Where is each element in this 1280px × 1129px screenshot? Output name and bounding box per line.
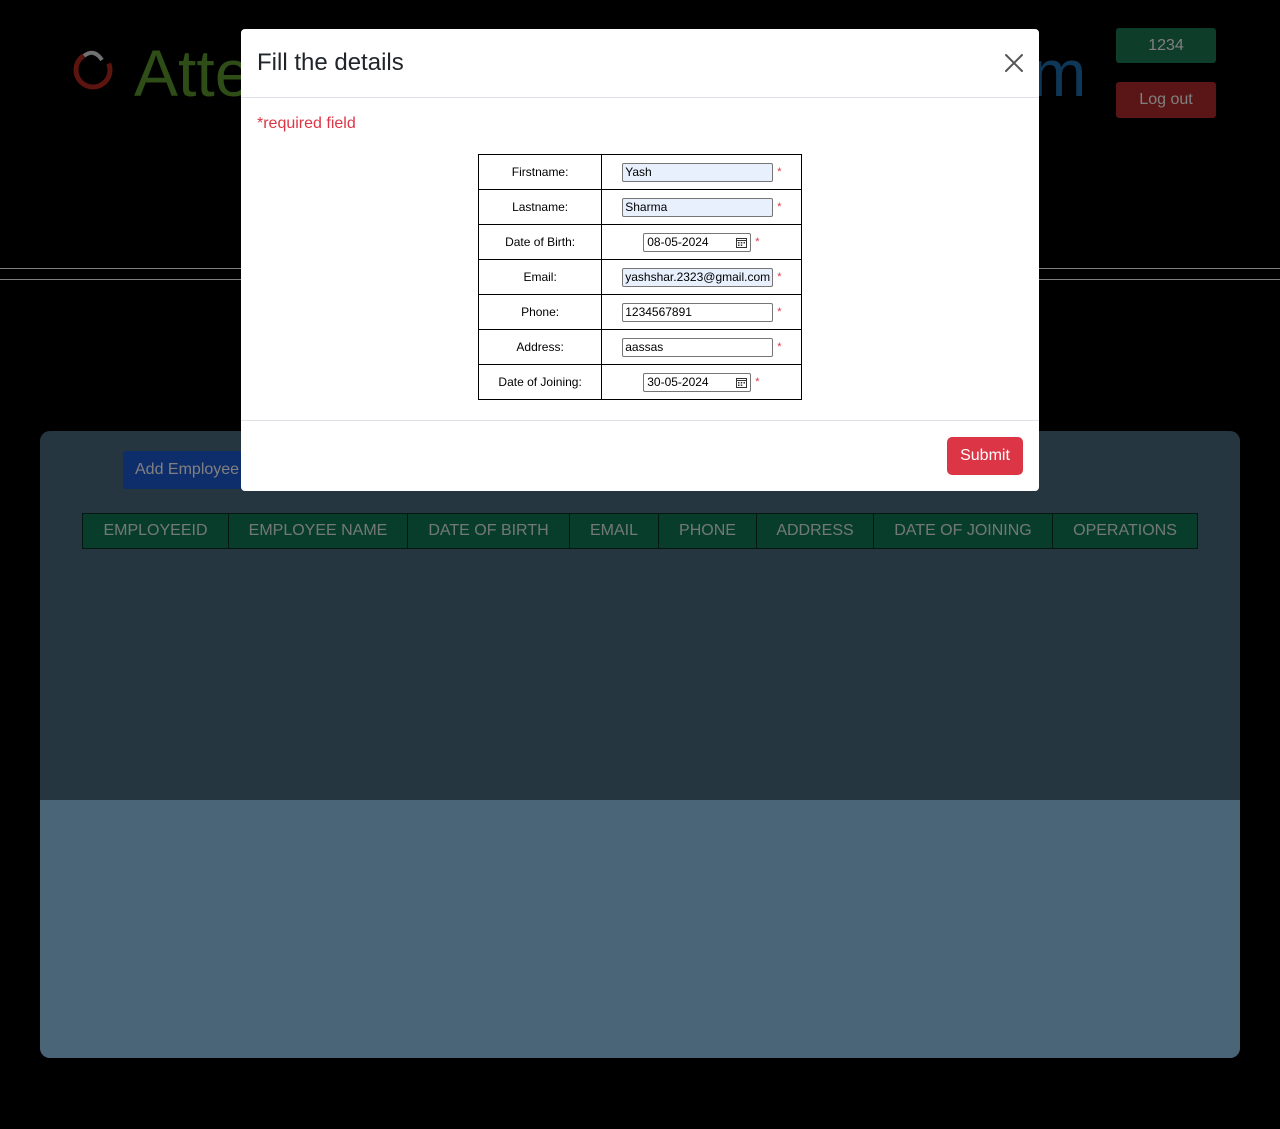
form-row-address: Address: * [477,329,802,365]
calendar-icon[interactable] [736,237,748,248]
dob-date-input[interactable]: 08-05-2024 [643,232,752,252]
form-row-phone: Phone: * [477,294,802,330]
address-label: Address: [477,329,603,365]
required-marker: * [777,166,782,178]
form-row-lastname: Lastname: * [477,189,802,225]
required-field-note: *required field [257,115,356,132]
phone-input[interactable] [622,302,774,322]
modal-footer: Submit [241,420,1039,491]
required-marker: * [755,236,760,248]
firstname-label: Firstname: [477,154,603,190]
email-input[interactable] [622,267,774,287]
doj-value: 30-05-2024 [647,375,709,389]
employee-details-modal: Fill the details *required field Firstna… [241,29,1039,491]
dob-value: 08-05-2024 [647,235,709,249]
form-row-doj: Date of Joining: 30-05-2024 * [477,364,802,400]
form-row-dob: Date of Birth: 08-05-2024 * [477,224,802,260]
dob-label: Date of Birth: [477,224,603,260]
modal-title: Fill the details [257,49,404,76]
close-icon[interactable] [1003,52,1025,74]
required-marker: * [777,201,782,213]
required-marker: * [777,306,782,318]
calendar-icon[interactable] [736,377,748,388]
required-marker: * [755,376,760,388]
lastname-input[interactable] [622,197,774,217]
doj-label: Date of Joining: [477,364,603,400]
lastname-label: Lastname: [477,189,603,225]
email-label: Email: [477,259,603,295]
phone-label: Phone: [477,294,603,330]
submit-button[interactable]: Submit [947,437,1023,475]
doj-date-input[interactable]: 30-05-2024 [643,372,752,392]
required-marker: * [777,271,782,283]
required-marker: * [777,341,782,353]
employee-form-table: Firstname: * Lastname: * Date of Birth: … [477,154,802,400]
form-row-email: Email: * [477,259,802,295]
firstname-input[interactable] [622,162,774,182]
modal-header: Fill the details [241,29,1039,98]
form-row-firstname: Firstname: * [477,154,802,190]
address-input[interactable] [622,337,774,357]
